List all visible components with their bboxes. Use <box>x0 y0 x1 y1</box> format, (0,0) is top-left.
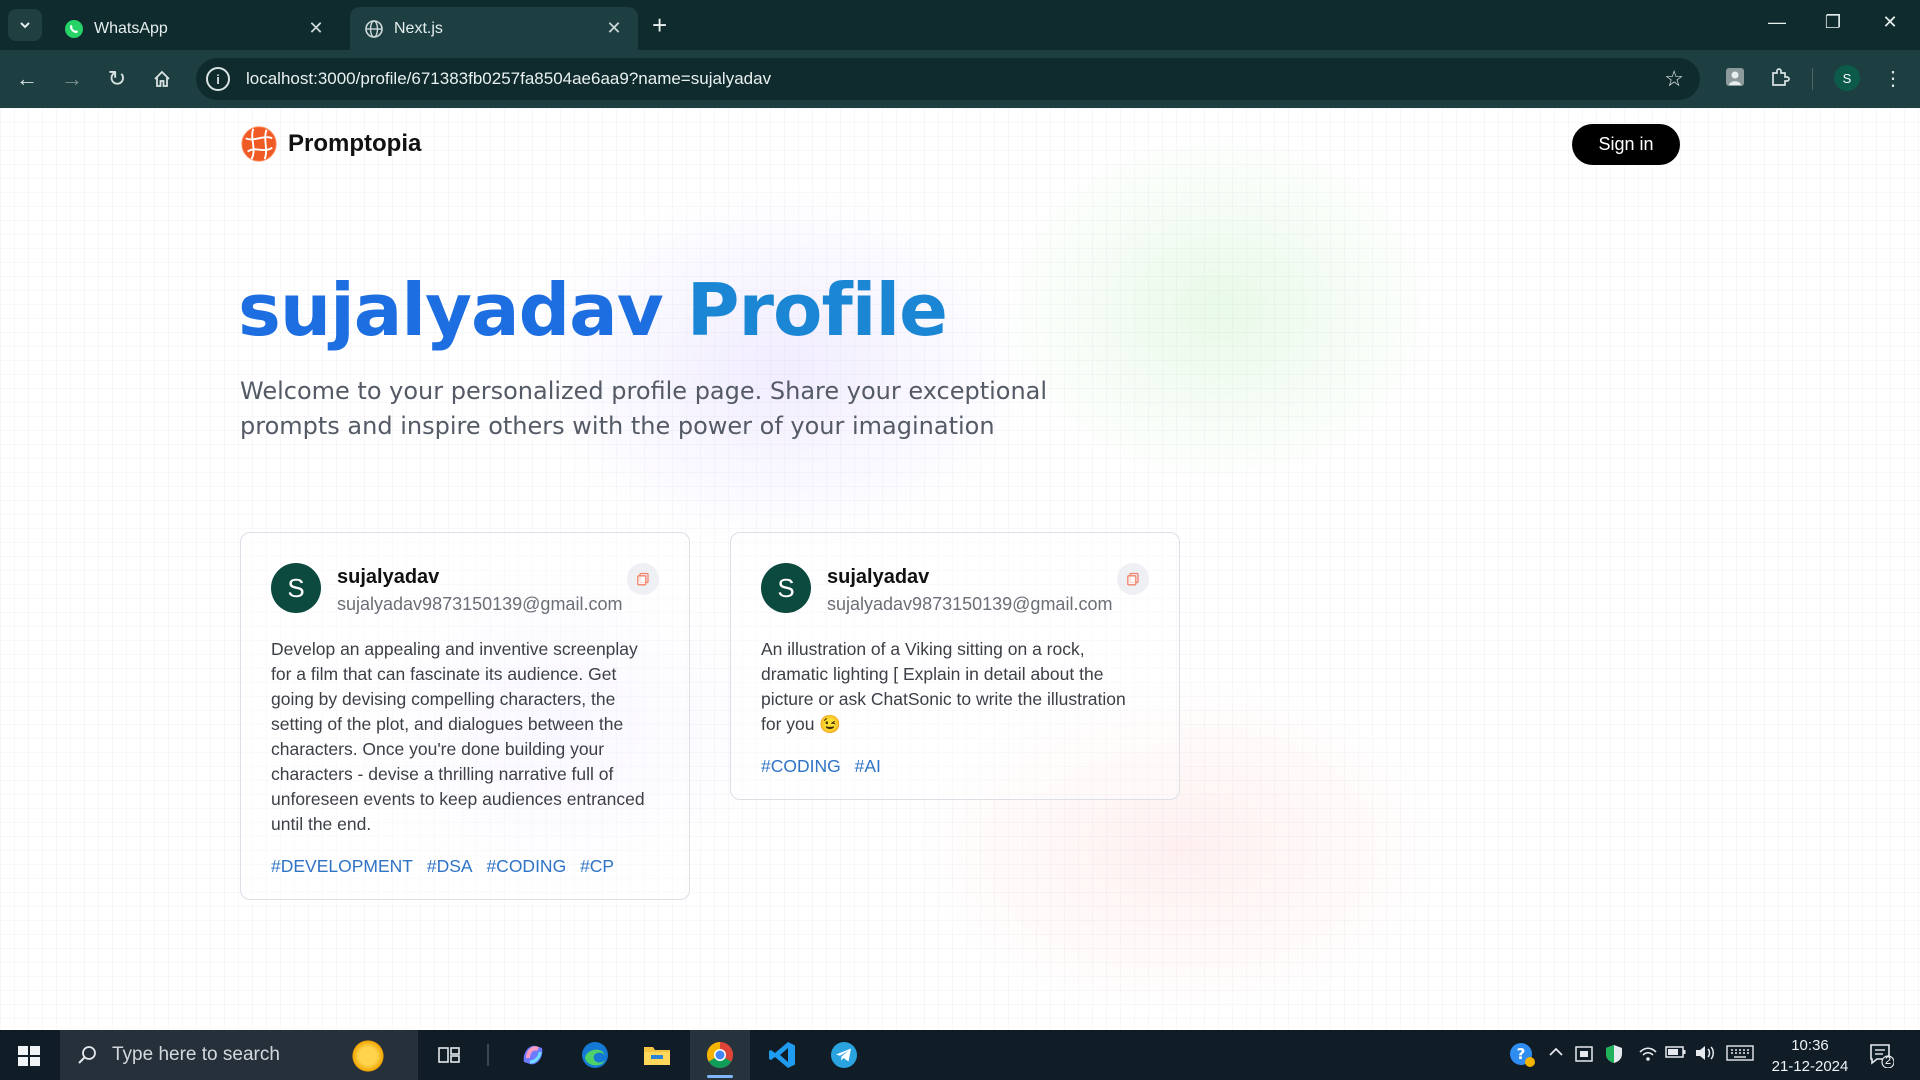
copy-button[interactable] <box>1117 563 1149 595</box>
card-email: sujalyadav9873150139@gmail.com <box>827 594 1113 614</box>
vscode-icon[interactable] <box>765 1038 799 1072</box>
card-username: sujalyadav <box>337 566 440 588</box>
bookmark-star-icon[interactable]: ☆ <box>1664 66 1684 92</box>
page-content: Promptopia Sign in sujalyadav Profile We… <box>0 108 1920 1030</box>
browser-toolbar: ← → ↻ i localhost:3000/profile/671383fb0… <box>0 50 1920 108</box>
home-icon[interactable] <box>147 64 177 94</box>
clock-date: 21-12-2024 <box>1771 1058 1849 1075</box>
profile-description: Welcome to your personalized profile pag… <box>240 377 1048 440</box>
prompt-card: S sujalyadav sujalyadav9873150139@gmail.… <box>730 532 1180 800</box>
card-email: sujalyadav9873150139@gmail.com <box>337 594 623 614</box>
chrome-browser-icon[interactable] <box>703 1038 737 1078</box>
wifi-icon[interactable] <box>1638 1044 1658 1067</box>
card-prompt-text: An illustration of a Viking sitting on a… <box>761 639 1126 734</box>
chevron-down-icon <box>20 22 30 29</box>
telegram-icon[interactable] <box>827 1038 861 1072</box>
copy-icon <box>1127 572 1139 586</box>
notification-center-icon[interactable]: 2 <box>1868 1042 1895 1069</box>
card-tags: #DEVELOPMENT #DSA #CODING #CP <box>271 856 659 877</box>
profile-title-suffix: Profile <box>686 268 948 352</box>
windows-start-icon[interactable] <box>18 1046 40 1066</box>
extensions-icon[interactable] <box>1769 66 1791 94</box>
whatsapp-icon <box>65 19 83 38</box>
sign-in-button[interactable]: Sign in <box>1572 124 1680 165</box>
volume-icon[interactable] <box>1694 1044 1716 1067</box>
back-arrow-icon[interactable]: ← <box>12 64 42 94</box>
task-view-icon[interactable] <box>432 1038 466 1072</box>
weather-sun-icon <box>350 1038 386 1074</box>
page-title: sujalyadav Profile <box>238 268 948 352</box>
brand-name: Promptopia <box>288 130 422 157</box>
tab-nextjs[interactable]: Next.js ✕ <box>350 7 638 50</box>
close-window-icon[interactable]: ✕ <box>1876 12 1904 33</box>
address-bar[interactable]: i localhost:3000/profile/671383fb0257fa8… <box>196 58 1700 100</box>
card-tags: #CODING #AI <box>761 756 1149 777</box>
tab-title: WhatsApp <box>94 19 168 37</box>
search-placeholder: Type here to search <box>112 1044 280 1065</box>
card-user-info[interactable]: sujalyadav sujalyadav9873150139@gmail.co… <box>827 563 1112 615</box>
card-username: sujalyadav <box>827 566 930 588</box>
avatar[interactable]: S <box>271 563 321 613</box>
card-user-info[interactable]: sujalyadav sujalyadav9873150139@gmail.co… <box>337 563 622 615</box>
more-menu-icon[interactable]: ⋮ <box>1883 66 1903 91</box>
promptopia-logo-icon <box>241 126 277 162</box>
copilot-icon[interactable] <box>516 1038 550 1072</box>
card-header: S sujalyadav sujalyadav9873150139@gmail.… <box>761 563 1149 615</box>
card-prompt-text: Develop an appealing and inventive scree… <box>271 639 645 834</box>
tag-link[interactable]: #CODING <box>486 856 566 876</box>
url-text[interactable]: localhost:3000/profile/671383fb0257fa850… <box>246 69 1664 89</box>
clock-time: 10:36 <box>1791 1037 1829 1054</box>
globe-icon <box>365 19 383 38</box>
tab-title: Next.js <box>394 19 443 37</box>
close-tab-icon[interactable]: ✕ <box>604 18 624 39</box>
help-icon[interactable]: ? <box>1508 1041 1536 1074</box>
tag-link[interactable]: #CP <box>580 856 614 876</box>
browser-tab-bar: WhatsApp ✕ Next.js ✕ + — ❐ ✕ <box>0 0 1920 50</box>
tag-link[interactable]: #DSA <box>427 856 473 876</box>
minimize-icon[interactable]: — <box>1763 12 1791 33</box>
battery-icon[interactable] <box>1665 1044 1687 1065</box>
browser-profile-avatar[interactable]: S <box>1834 65 1860 91</box>
keyboard-icon[interactable] <box>1726 1044 1754 1067</box>
copy-icon <box>637 572 649 586</box>
system-clock[interactable]: 10:36 21-12-2024 <box>1768 1035 1852 1077</box>
card-header: S sujalyadav sujalyadav9873150139@gmail.… <box>271 563 659 615</box>
tag-link[interactable]: #AI <box>855 756 881 776</box>
forward-arrow-icon[interactable]: → <box>57 64 87 94</box>
home-glyph <box>154 70 170 87</box>
taskbar-search-box[interactable]: Type here to search <box>60 1030 418 1080</box>
prompt-card: S sujalyadav sujalyadav9873150139@gmail.… <box>240 532 690 900</box>
chevron-up-icon[interactable] <box>1548 1044 1564 1065</box>
battery-saver-icon[interactable] <box>1574 1044 1596 1069</box>
tab-search-button[interactable] <box>8 9 42 41</box>
restore-icon[interactable]: ❐ <box>1819 12 1847 33</box>
security-shield-icon[interactable] <box>1604 1044 1624 1069</box>
copy-button[interactable] <box>627 563 659 595</box>
profile-name-title: sujalyadav <box>238 268 664 352</box>
tab-whatsapp[interactable]: WhatsApp ✕ <box>50 7 340 50</box>
reload-icon[interactable]: ↻ <box>102 64 132 94</box>
notification-count: 2 <box>1884 1055 1892 1067</box>
site-info-icon[interactable]: i <box>206 67 230 91</box>
search-icon <box>78 1046 96 1064</box>
taskbar-divider <box>487 1044 489 1066</box>
toolbar-divider <box>1812 68 1813 90</box>
svg-text:?: ? <box>1517 1045 1526 1063</box>
new-tab-plus-icon[interactable]: + <box>652 12 667 38</box>
tag-link[interactable]: #DEVELOPMENT <box>271 856 413 876</box>
avatar[interactable]: S <box>761 563 811 613</box>
close-tab-icon[interactable]: ✕ <box>306 18 326 39</box>
windows-taskbar: Type here to search ? 10:36 21-12-2024 2 <box>0 1030 1920 1080</box>
tag-link[interactable]: #CODING <box>761 756 841 776</box>
brand-link[interactable]: Promptopia <box>240 125 421 163</box>
file-explorer-icon[interactable] <box>640 1038 674 1072</box>
extension-puzzle-app-icon[interactable] <box>1724 66 1746 94</box>
edge-browser-icon[interactable] <box>578 1038 612 1072</box>
